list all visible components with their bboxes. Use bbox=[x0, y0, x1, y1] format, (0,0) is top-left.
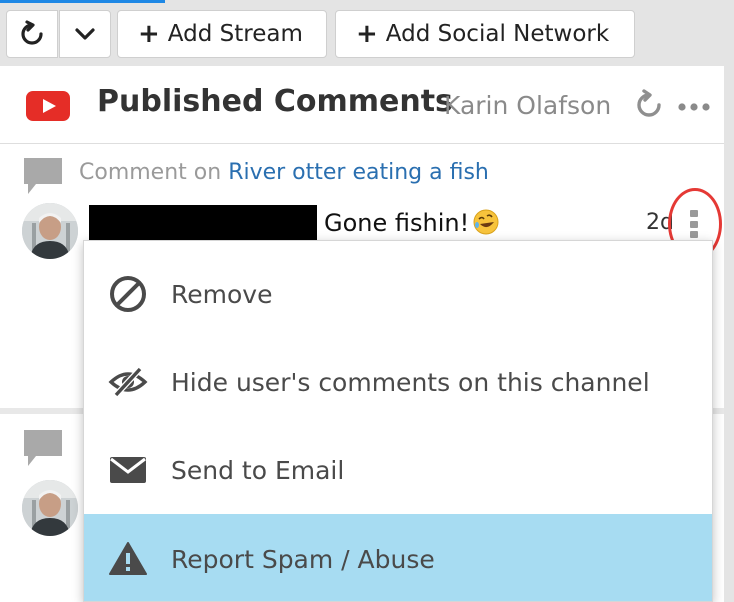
refresh-icon bbox=[21, 20, 43, 45]
menu-item-label: Hide user's comments on this channel bbox=[171, 367, 650, 397]
stream-account-name: Karin Olafson bbox=[444, 91, 612, 120]
top-toolbar: + Add Stream + Add Social Network bbox=[0, 0, 734, 66]
comment-bubble-icon bbox=[24, 430, 62, 466]
refresh-all-button[interactable] bbox=[6, 10, 58, 58]
rolling-on-floor-laughing-emoji-icon bbox=[473, 209, 499, 235]
more-options-icon[interactable] bbox=[677, 102, 711, 112]
refresh-stream-icon[interactable] bbox=[633, 89, 665, 121]
add-stream-label: Add Stream bbox=[167, 21, 303, 47]
prohibited-icon bbox=[110, 276, 146, 312]
menu-item-label: Remove bbox=[171, 279, 273, 309]
comment-context: Comment on River otter eating a fish bbox=[79, 160, 489, 185]
chevron-down-icon bbox=[75, 28, 95, 40]
stream-title: Published Comments bbox=[97, 84, 453, 119]
youtube-logo-icon bbox=[26, 91, 70, 121]
user-photo bbox=[22, 480, 78, 536]
menu-item-report-spam[interactable]: Report Spam / Abuse bbox=[84, 514, 712, 601]
envelope-icon bbox=[110, 457, 146, 483]
stream-gutter bbox=[724, 66, 734, 602]
avatar[interactable] bbox=[22, 480, 78, 536]
toolbar-dropdown-button[interactable] bbox=[59, 10, 111, 58]
add-social-network-button[interactable]: + Add Social Network bbox=[335, 10, 635, 58]
plus-icon: + bbox=[356, 19, 378, 49]
active-tab-indicator bbox=[0, 0, 165, 3]
comment-text: Gone fishin! bbox=[324, 209, 499, 237]
comment-context-prefix: Comment on bbox=[79, 160, 222, 185]
comment-body: Gone fishin! bbox=[324, 209, 470, 237]
avatar[interactable] bbox=[22, 203, 78, 259]
menu-item-label: Send to Email bbox=[171, 455, 345, 485]
add-social-network-label: Add Social Network bbox=[385, 21, 610, 47]
user-photo bbox=[22, 203, 78, 259]
menu-item-hide-user-comments[interactable]: Hide user's comments on this channel bbox=[84, 338, 712, 426]
comment-bubble-icon bbox=[24, 158, 62, 194]
vertical-dots-icon bbox=[690, 210, 698, 238]
stream-header: Published Comments Karin Olafson bbox=[0, 66, 724, 144]
add-stream-button[interactable]: + Add Stream bbox=[117, 10, 327, 58]
comment-actions-menu: Remove Hide user's comments on this chan… bbox=[83, 240, 713, 602]
menu-item-remove[interactable]: Remove bbox=[84, 250, 712, 338]
video-link[interactable]: River otter eating a fish bbox=[228, 160, 489, 185]
menu-item-send-to-email[interactable]: Send to Email bbox=[84, 426, 712, 514]
plus-icon: + bbox=[138, 19, 160, 49]
eye-slash-icon bbox=[108, 366, 148, 398]
warning-triangle-icon bbox=[109, 542, 147, 575]
menu-item-label: Report Spam / Abuse bbox=[171, 544, 435, 574]
